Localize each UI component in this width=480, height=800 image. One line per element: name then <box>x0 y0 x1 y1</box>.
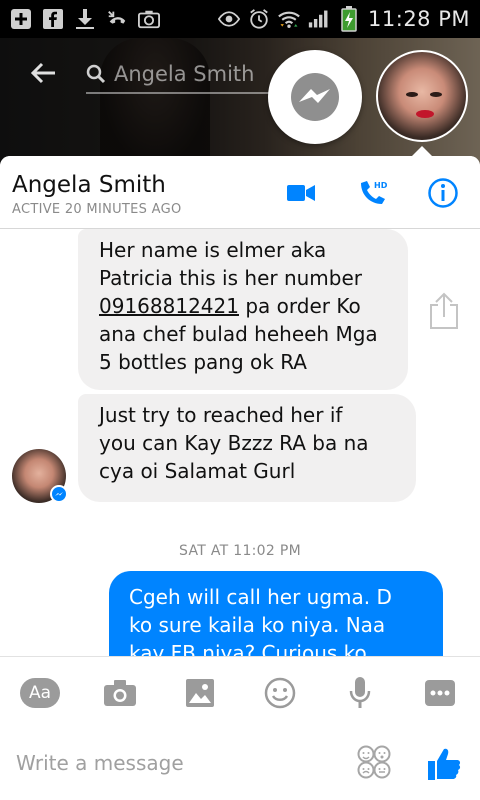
battery-icon <box>338 6 360 32</box>
video-call-button[interactable] <box>284 176 318 210</box>
message-line: kay FB niya? Curious ko <box>129 641 367 656</box>
sticker-button[interactable] <box>356 744 392 780</box>
text-format-label: Aa <box>20 678 60 708</box>
message-line: Patricia this is her number <box>99 266 363 290</box>
incoming-message[interactable]: Her name is elmer aka Patricia this is h… <box>78 229 408 390</box>
more-icon <box>425 680 455 706</box>
contact-name[interactable]: Angela Smith <box>12 172 166 198</box>
share-button[interactable] <box>426 291 462 331</box>
info-button[interactable] <box>426 176 460 210</box>
eye-icon <box>218 8 241 30</box>
chat-card: Angela Smith ACTIVE 20 MINUTES AGO HD He… <box>0 156 480 800</box>
hd-call-button[interactable]: HD <box>356 176 390 210</box>
facebook-icon <box>42 8 64 30</box>
text-format-button[interactable]: Aa <box>20 675 60 711</box>
search-icon <box>86 64 106 84</box>
message-line: 5 bottles pang ok RA <box>99 350 307 374</box>
message-line: ana chef bulad heheeh Mga <box>99 322 378 346</box>
contact-avatar-large[interactable] <box>376 50 468 142</box>
chat-header: Angela Smith ACTIVE 20 MINUTES AGO HD <box>0 156 480 229</box>
hd-call-icon: HD <box>361 181 388 204</box>
outgoing-message[interactable]: Cgeh will call her ugma. D ko sure kaila… <box>109 571 443 656</box>
video-call-icon <box>287 185 315 201</box>
incoming-message[interactable]: Just try to reached her if you can Kay B… <box>78 394 416 502</box>
camera-icon <box>104 680 136 706</box>
emoji-icon <box>264 677 296 709</box>
share-icon <box>430 292 458 329</box>
status-bar: 11:28 PM <box>0 0 480 38</box>
messenger-icon <box>291 73 339 121</box>
phone-number-link[interactable]: 09168812421 <box>99 294 239 318</box>
message-composer <box>0 728 480 800</box>
sticker-faces-icon <box>357 745 391 779</box>
message-line: you can Kay Bzzz RA ba na <box>99 431 369 455</box>
more-button[interactable] <box>420 675 460 711</box>
alarm-icon <box>248 8 270 30</box>
missed-call-icon <box>106 8 128 30</box>
status-time: 11:28 PM <box>368 7 470 31</box>
message-timestamp: SAT AT 11:02 PM <box>179 543 301 559</box>
sender-avatar[interactable] <box>12 449 68 503</box>
info-icon <box>428 178 458 208</box>
message-line: Her name is elmer aka <box>99 238 327 262</box>
emoji-button[interactable] <box>260 675 300 711</box>
wifi-icon <box>278 8 300 30</box>
back-arrow-icon <box>30 62 55 84</box>
message-line: Cgeh will call her ugma. D <box>129 585 392 609</box>
like-button[interactable] <box>424 744 464 784</box>
camera-button[interactable] <box>100 675 140 711</box>
message-list[interactable]: Her name is elmer aka Patricia this is h… <box>0 229 480 656</box>
voice-button[interactable] <box>340 675 380 711</box>
microphone-icon <box>349 677 371 708</box>
gallery-icon <box>186 679 214 707</box>
messenger-badge-icon <box>50 485 68 503</box>
gallery-button[interactable] <box>180 675 220 711</box>
camera-icon <box>138 8 160 30</box>
message-input[interactable] <box>16 746 336 780</box>
message-text: pa order Ko <box>238 294 361 318</box>
search-text: Angela Smith <box>114 62 255 86</box>
message-line: cya oi Salamat Gurl <box>99 459 296 483</box>
thumbs-up-icon <box>428 748 461 780</box>
messenger-button[interactable] <box>268 50 362 144</box>
signal-icon <box>308 8 330 30</box>
contact-active-status: ACTIVE 20 MINUTES AGO <box>12 202 182 217</box>
message-line: ko sure kaila ko niya. Naa <box>129 613 386 637</box>
svg-text:HD: HD <box>374 181 388 190</box>
composer-toolbar: Aa <box>0 656 480 729</box>
add-icon <box>10 8 32 30</box>
message-line: Just try to reached her if <box>99 403 343 427</box>
back-button[interactable] <box>26 56 60 90</box>
download-icon <box>74 8 96 30</box>
search-field[interactable]: Angela Smith <box>86 56 276 94</box>
